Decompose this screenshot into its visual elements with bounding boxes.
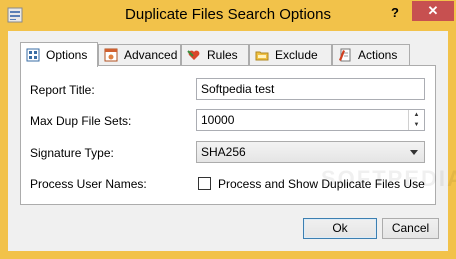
close-button[interactable]: ✕ [412, 1, 454, 21]
tab-rules-label: Rules [207, 48, 238, 62]
actions-document-icon [339, 48, 351, 62]
chevron-down-icon [410, 150, 418, 155]
report-title-field[interactable]: Softpedia test [196, 78, 425, 100]
stepper-up-icon[interactable]: ▲ [409, 110, 424, 120]
options-grid-icon [26, 48, 40, 62]
max-dup-stepper[interactable]: 10000 ▲ ▼ [196, 109, 425, 131]
stepper-arrows: ▲ ▼ [408, 110, 424, 130]
report-title-label: Report Title: [30, 83, 95, 97]
exclude-folder-icon [255, 51, 269, 61]
tab-actions-label: Actions [358, 48, 398, 62]
tab-advanced[interactable]: Advanced [98, 44, 181, 65]
rules-heart-icon [187, 50, 200, 60]
max-dup-label: Max Dup File Sets: [30, 114, 132, 128]
title-bar[interactable]: Duplicate Files Search Options ? ✕ [0, 0, 456, 31]
tab-rules[interactable]: Rules [181, 44, 249, 65]
dialog-window: Duplicate Files Search Options ? ✕ Optio… [0, 0, 456, 259]
max-dup-value: 10000 [201, 113, 235, 127]
tab-advanced-label: Advanced [124, 48, 178, 62]
ok-button[interactable]: Ok [303, 218, 377, 239]
process-user-names-checkbox[interactable] [198, 177, 211, 190]
tab-exclude-label: Exclude [275, 48, 318, 62]
dialog-client-area: Options Advanced Rules Exclude Actions R… [8, 31, 456, 251]
watermark: SOFTPEDIA [321, 166, 456, 191]
signature-type-value: SHA256 [201, 145, 246, 159]
stepper-down-icon[interactable]: ▼ [409, 120, 424, 130]
help-button[interactable]: ? [386, 4, 404, 22]
options-panel: Report Title: Softpedia test Max Dup Fil… [20, 65, 456, 205]
tab-exclude[interactable]: Exclude [249, 44, 332, 65]
advanced-window-icon [104, 48, 118, 62]
cancel-button[interactable]: Cancel [382, 218, 439, 239]
tab-actions[interactable]: Actions [332, 44, 410, 65]
tab-options[interactable]: Options [20, 42, 98, 67]
process-user-names-label: Process User Names: [30, 177, 147, 191]
signature-type-select[interactable]: SHA256 [196, 141, 425, 163]
signature-type-label: Signature Type: [30, 146, 114, 160]
tab-options-label: Options [46, 48, 88, 62]
